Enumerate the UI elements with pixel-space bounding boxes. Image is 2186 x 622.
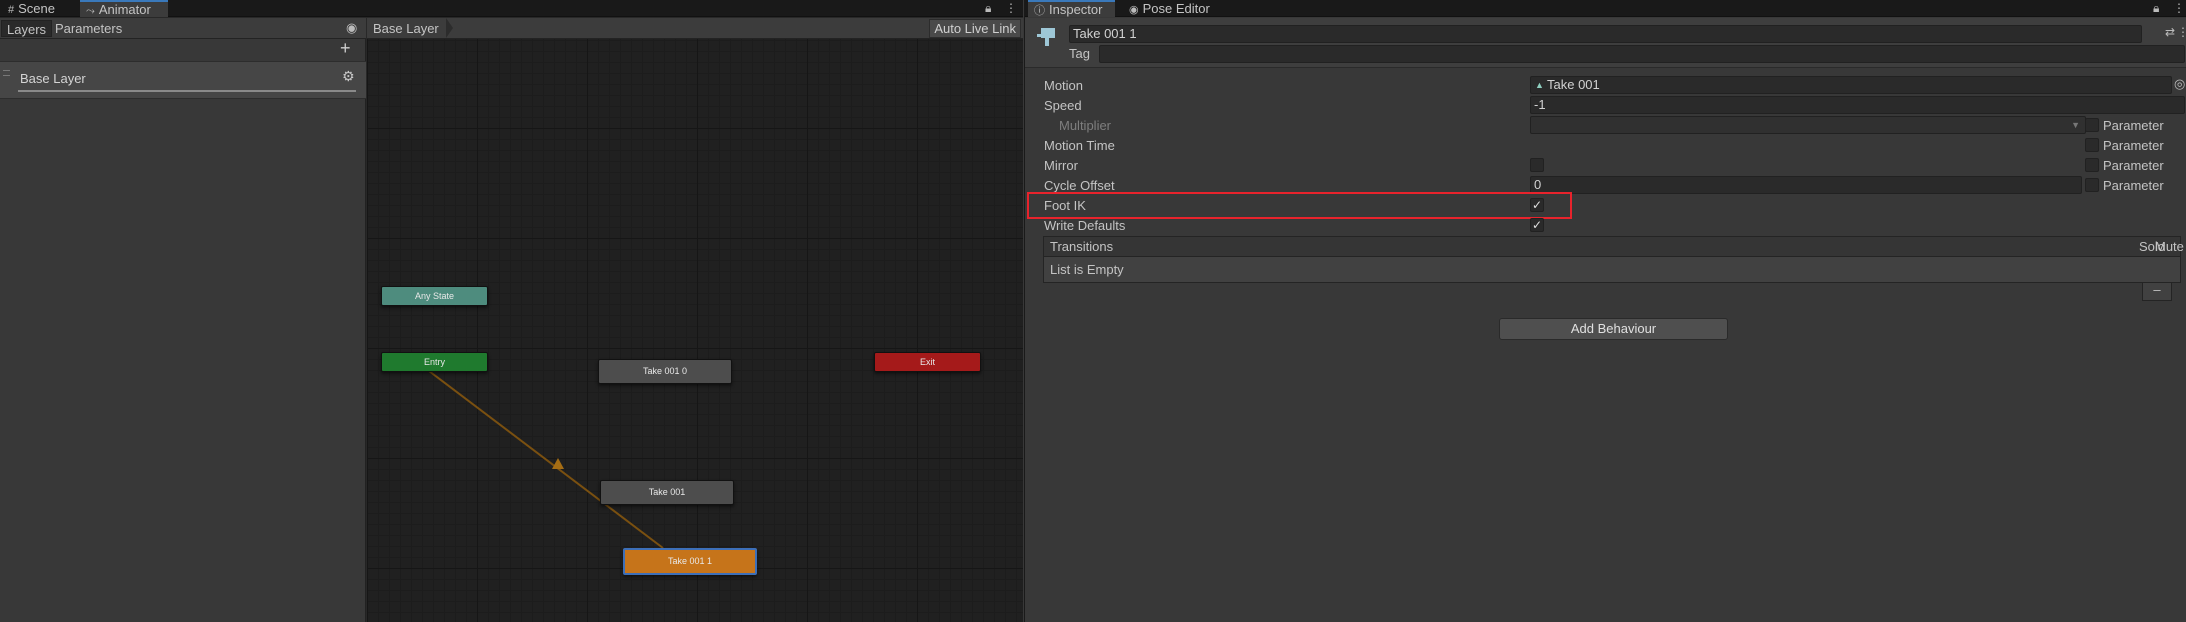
cycle-offset-parameter-label: Parameter: [2103, 178, 2164, 193]
state-node-take0010[interactable]: Take 001 0: [598, 359, 732, 384]
lock-icon[interactable]: 🔒︎: [2153, 1, 2159, 16]
add-behaviour-button[interactable]: Add Behaviour: [1499, 318, 1728, 340]
drag-handle-icon[interactable]: [3, 70, 10, 76]
motion-label: Motion: [1044, 78, 1084, 93]
list-empty-text: List is Empty: [1050, 262, 1124, 277]
cycle-offset-field[interactable]: 0: [1530, 176, 2082, 194]
multiplier-dropdown[interactable]: ▼: [1530, 116, 2086, 134]
write-defaults-checkbox[interactable]: ✓: [1530, 218, 1544, 232]
transitions-title: Transitions: [1050, 239, 1114, 254]
foot-ik-highlight-box: [1027, 192, 1572, 219]
tab-inspector-label: Inspector: [1049, 2, 1103, 17]
motion-field[interactable]: ▲ Take 001: [1530, 76, 2172, 94]
state-node-take0011-selected[interactable]: Take 001 1: [623, 548, 757, 575]
more-menu-icon[interactable]: ⋮: [2177, 25, 2186, 39]
mute-column-label: Mute: [2155, 239, 2184, 254]
animator-window: # Scene ⤳ Animator 🔒︎ ⋮ Layers Parameters …: [0, 0, 1023, 622]
write-defaults-label: Write Defaults: [1044, 218, 1126, 233]
transition-entry-to-default[interactable]: [428, 370, 664, 549]
transition-arrow-icon: [552, 458, 564, 469]
multiplier-parameter-checkbox[interactable]: [2085, 118, 2099, 132]
tab-pose-editor[interactable]: ◉ Pose Editor: [1123, 0, 1216, 17]
eye-icon: ◉: [1129, 4, 1139, 16]
entry-node[interactable]: Entry: [381, 352, 488, 372]
motion-time-parameter-label: Parameter: [2103, 138, 2164, 153]
layers-toolbar: +: [0, 39, 366, 59]
speed-field[interactable]: -1: [1530, 96, 2185, 114]
speed-label: Speed: [1044, 98, 1082, 113]
gear-icon[interactable]: ⚙: [342, 68, 355, 85]
mirror-parameter-checkbox[interactable]: [2085, 158, 2099, 172]
more-menu-icon[interactable]: ⋮: [2173, 1, 2185, 15]
cycle-offset-label: Cycle Offset: [1044, 178, 1115, 193]
inspector-window: ⓘ Inspector ◉ Pose Editor 🔒︎ ⋮ Take 001 1 …: [1024, 0, 2186, 622]
transitions-header: Transitions Solo Mute: [1043, 236, 2184, 256]
mirror-parameter-label: Parameter: [2103, 158, 2164, 173]
tab-inspector[interactable]: ⓘ Inspector: [1028, 0, 1115, 17]
transition-layer: [428, 370, 664, 549]
tab-animator[interactable]: ⤳ Animator: [80, 0, 168, 17]
layer-weight-bar: [18, 90, 356, 92]
layer-name: Base Layer: [20, 71, 86, 86]
preset-icon[interactable]: ⇄: [2165, 25, 2175, 39]
animator-state-icon: [1037, 28, 1055, 46]
tag-field[interactable]: [1099, 45, 2185, 63]
layers-panel: Layers Parameters ◉ + Base Layer ⚙: [0, 18, 366, 622]
state-header: Take 001 1 ⇄ ⋮ Tag: [1025, 18, 2186, 68]
state-machine-graph[interactable]: Base Layer Auto Live Link Any State Entr…: [367, 18, 1023, 622]
grid-icon: #: [8, 4, 15, 16]
mirror-label: Mirror: [1044, 158, 1078, 173]
lock-icon[interactable]: 🔒︎: [985, 1, 991, 16]
tab-animator-label: Animator: [98, 2, 151, 17]
multiplier-parameter-label: Parameter: [2103, 118, 2164, 133]
add-layer-icon[interactable]: +: [340, 39, 351, 57]
animator-icon: ⤳: [86, 5, 95, 17]
eye-icon[interactable]: ◉: [346, 20, 357, 36]
object-picker-icon[interactable]: ◎: [2174, 76, 2185, 92]
multiplier-label: Multiplier: [1059, 118, 1112, 133]
exit-node[interactable]: Exit: [874, 352, 981, 372]
tab-pose-editor-label: Pose Editor: [1142, 1, 1210, 16]
tab-scene[interactable]: # Scene: [2, 0, 61, 17]
motion-time-parameter-checkbox[interactable]: [2085, 138, 2099, 152]
tab-layers[interactable]: Layers: [1, 20, 53, 37]
tab-parameters[interactable]: Parameters: [50, 20, 127, 37]
info-icon: ⓘ: [1034, 5, 1045, 17]
chevron-down-icon: ▼: [2071, 120, 2080, 130]
transitions-list: List is Empty: [1043, 256, 2181, 283]
inspector-tabbar: ⓘ Inspector ◉ Pose Editor 🔒︎ ⋮: [1025, 0, 2186, 17]
animator-tabbar: # Scene ⤳ Animator 🔒︎ ⋮: [0, 0, 1023, 17]
motion-value: Take 001: [1547, 77, 1600, 92]
state-name-field[interactable]: Take 001 1: [1069, 25, 2142, 43]
mirror-checkbox[interactable]: [1530, 158, 1544, 172]
cycle-offset-parameter-checkbox[interactable]: [2085, 178, 2099, 192]
more-menu-icon[interactable]: ⋮: [1005, 1, 1017, 15]
remove-transition-button[interactable]: –: [2142, 283, 2172, 301]
motion-time-label: Motion Time: [1044, 138, 1115, 153]
layers-subtabs: Layers Parameters ◉: [0, 18, 366, 39]
any-state-node[interactable]: Any State: [381, 286, 488, 306]
state-node-take001[interactable]: Take 001: [600, 480, 734, 505]
layer-item-base[interactable]: Base Layer ⚙: [0, 61, 366, 99]
tab-scene-label: Scene: [18, 1, 55, 16]
animation-clip-icon: ▲: [1535, 80, 1544, 90]
tag-label: Tag: [1069, 46, 1090, 61]
